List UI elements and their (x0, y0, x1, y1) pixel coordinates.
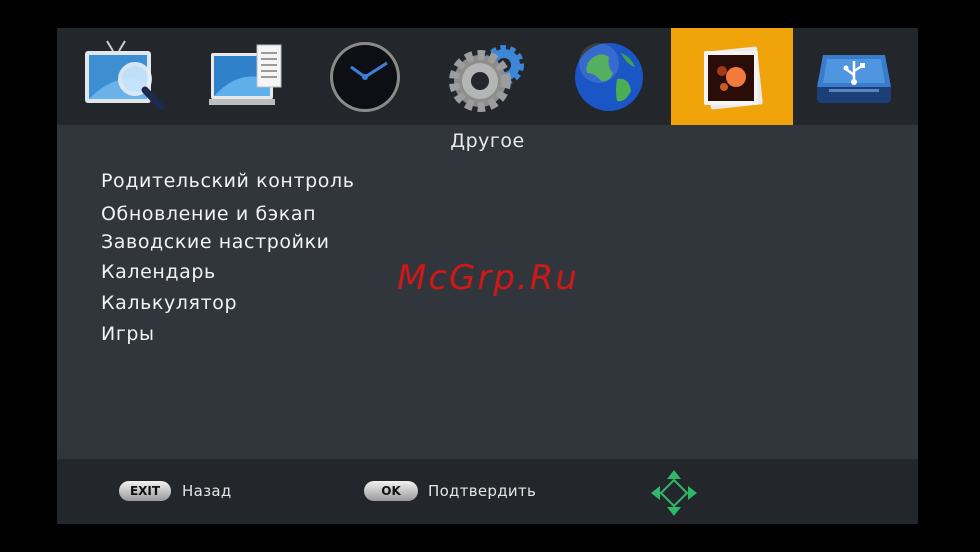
hint-bar: EXIT Назад OK Подтвердить (57, 459, 918, 524)
menu-item-factory-settings[interactable]: Заводские настройки (101, 229, 330, 255)
menu-item-games[interactable]: Игры (101, 321, 155, 347)
tab-network[interactable] (548, 28, 670, 125)
menu-item-parental-control[interactable]: Родительский контроль (101, 168, 355, 194)
monitor-settings-icon (209, 44, 282, 105)
tab-system-settings[interactable] (426, 28, 548, 125)
clock-icon (330, 41, 400, 112)
globe-icon (575, 42, 643, 111)
menu-item-calendar[interactable]: Календарь (101, 259, 216, 285)
menu-item-calculator[interactable]: Калькулятор (101, 290, 237, 316)
exit-hint: Назад (182, 482, 232, 500)
menu-item-update-backup[interactable]: Обновление и бэкап (101, 201, 316, 227)
navigation-arrows-icon (651, 470, 697, 516)
page-title: Другое (450, 130, 525, 152)
photos-icon (704, 46, 763, 109)
ok-key-badge: OK (364, 481, 418, 501)
gears-icon (449, 44, 524, 112)
tab-monitor-settings[interactable] (185, 28, 307, 125)
exit-key-badge: EXIT (119, 481, 171, 501)
ok-hint: Подтвердить (428, 482, 537, 500)
tab-clock[interactable] (304, 28, 426, 125)
watermark: McGrp.Ru (397, 258, 579, 298)
usb-drive-icon (817, 54, 891, 103)
category-tab-bar (57, 28, 918, 125)
tab-other[interactable] (671, 28, 793, 125)
menu-screen: Другое Родительский контроль Обновление … (57, 28, 918, 524)
tab-tv-search[interactable] (63, 28, 185, 125)
tv-search-icon (85, 39, 165, 110)
tab-usb[interactable] (793, 28, 915, 125)
